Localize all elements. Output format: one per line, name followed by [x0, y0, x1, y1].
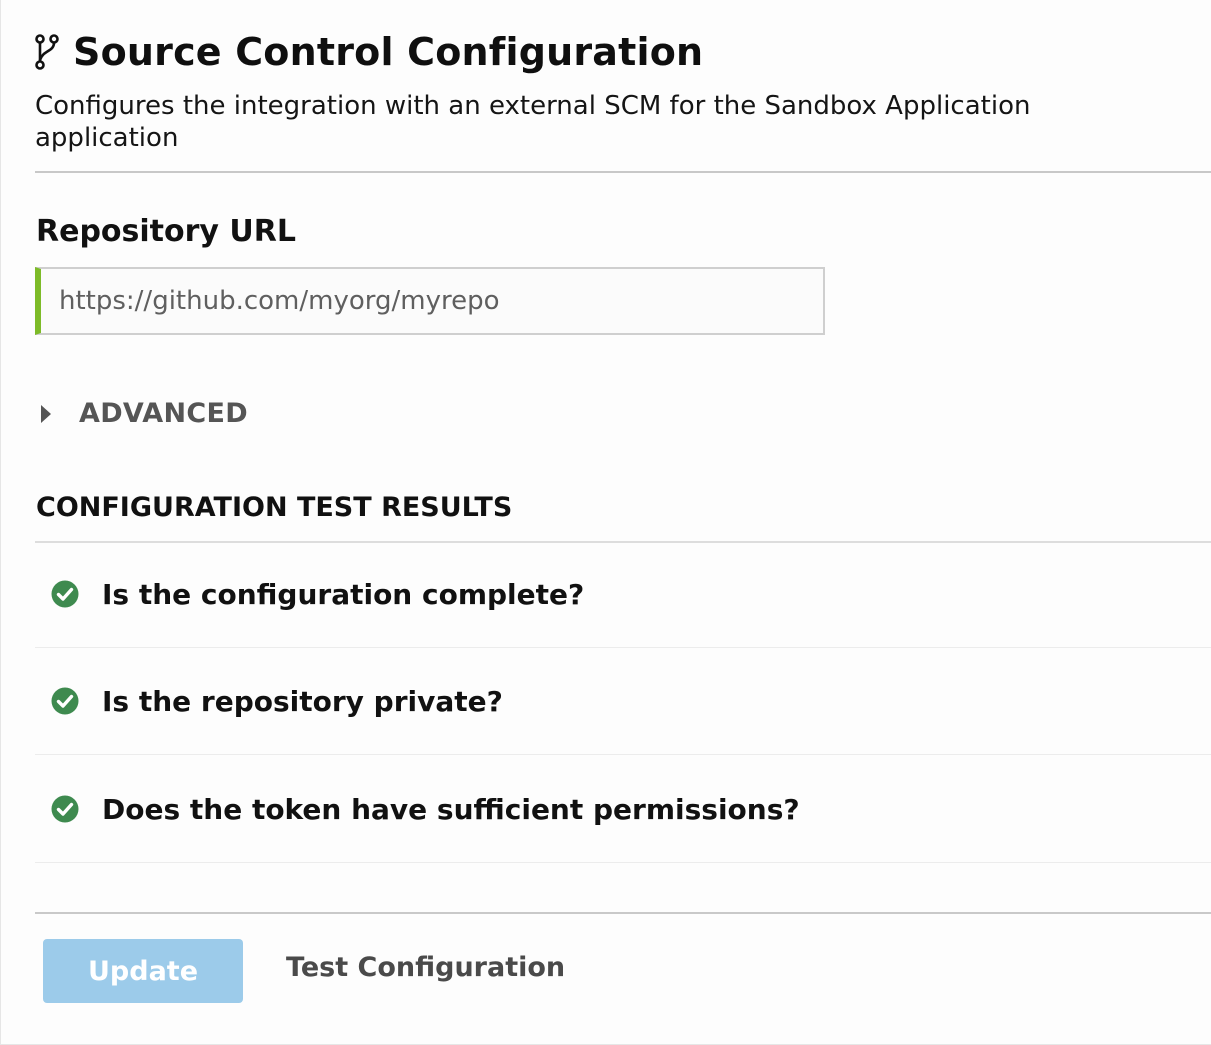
repository-url-label: Repository URL	[36, 214, 296, 249]
git-branch-icon	[35, 32, 59, 72]
page-header: Source Control Configuration Configures …	[35, 26, 1211, 154]
check-circle-icon	[51, 795, 79, 823]
test-result-label: Does the token have sufficient permissio…	[102, 792, 800, 826]
test-result-row: Is the configuration complete?	[35, 541, 1211, 648]
test-result-label: Is the configuration complete?	[102, 577, 585, 611]
test-configuration-button[interactable]: Test Configuration	[286, 952, 565, 983]
test-result-label: Is the repository private?	[102, 684, 503, 718]
repository-url-input[interactable]	[35, 267, 825, 335]
advanced-toggle[interactable]: ADVANCED	[41, 398, 248, 429]
check-circle-icon	[51, 687, 79, 715]
page-title: Source Control Configuration	[73, 30, 704, 74]
test-result-row: Does the token have sufficient permissio…	[35, 756, 1211, 863]
header-divider	[35, 171, 1211, 173]
update-button[interactable]: Update	[43, 939, 243, 1003]
advanced-label: ADVANCED	[79, 398, 248, 429]
test-result-row: Is the repository private?	[35, 648, 1211, 755]
caret-right-icon	[41, 404, 51, 423]
title-row: Source Control Configuration	[35, 26, 1211, 78]
page-subtitle: Configures the integration with an exter…	[35, 91, 1031, 153]
footer-divider	[35, 912, 1211, 914]
check-circle-icon	[51, 580, 79, 608]
test-results-heading: CONFIGURATION TEST RESULTS	[36, 492, 513, 523]
source-control-panel: Source Control Configuration Configures …	[0, 0, 1211, 1045]
